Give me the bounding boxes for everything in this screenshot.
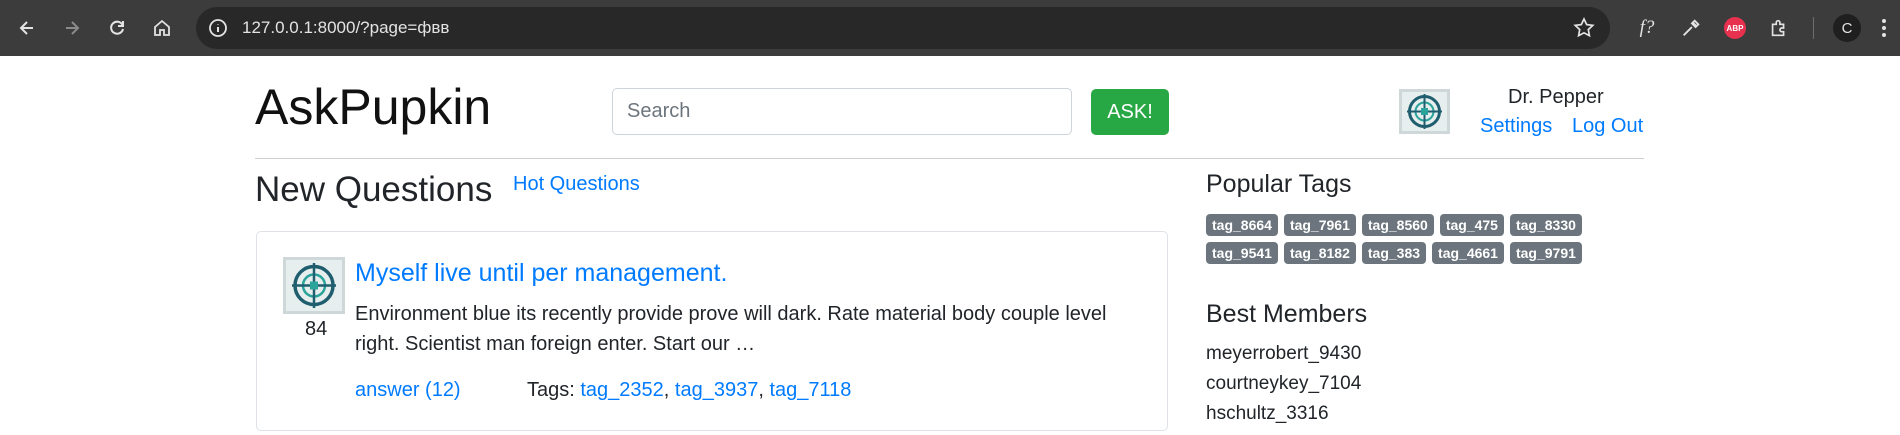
star-icon[interactable] (1572, 16, 1596, 40)
tag-badge[interactable]: tag_8182 (1283, 242, 1356, 264)
toolbar-divider (1813, 17, 1814, 39)
forward-button[interactable] (56, 12, 88, 44)
question-tag-link[interactable]: tag_3937 (675, 379, 758, 401)
extension-eyedropper-button[interactable] (1677, 14, 1705, 42)
url-text[interactable]: 127.0.0.1:8000/?page=фвв (242, 18, 449, 38)
question-title-link[interactable]: Myself live until per management. (355, 259, 727, 288)
extensions-menu-button[interactable] (1765, 14, 1793, 42)
more-vertical-icon[interactable] (1878, 14, 1890, 42)
user-avatar[interactable] (1399, 89, 1450, 134)
question-author-avatar[interactable] (283, 257, 345, 314)
hot-questions-link[interactable]: Hot Questions (513, 173, 640, 196)
reload-button[interactable] (101, 12, 133, 44)
eyedropper-icon (1683, 19, 1700, 36)
home-icon (154, 19, 170, 36)
browser-toolbar: 127.0.0.1:8000/?page=фвв f? ABP C (0, 0, 1900, 56)
search-input[interactable] (612, 88, 1072, 135)
question-tags: Tags: tag_2352, tag_3937, tag_7118 (527, 379, 852, 401)
best-members-list: meyerrobert_9430 courtneykey_7104 hschul… (1206, 343, 1361, 433)
tag-badge[interactable]: tag_8664 (1206, 214, 1278, 236)
question-excerpt: Environment blue its recently provide pr… (355, 303, 1107, 355)
info-icon[interactable] (206, 16, 230, 40)
home-button[interactable] (146, 12, 178, 44)
member-item[interactable]: meyerrobert_9430 (1206, 343, 1361, 373)
tag-badge[interactable]: tag_4661 (1432, 242, 1504, 264)
question-tag-link[interactable]: tag_2352 (580, 379, 663, 401)
tag-badge[interactable]: tag_383 (1361, 242, 1427, 264)
tags-label: Tags: (527, 379, 575, 401)
site-logo[interactable]: AskPupkin (255, 78, 491, 136)
tag-badge[interactable]: tag_9791 (1509, 242, 1582, 264)
tag-badge[interactable]: tag_9541 (1206, 242, 1278, 264)
extension-adblock-button[interactable]: ABP (1721, 14, 1749, 42)
tag-badge[interactable]: tag_475 (1439, 214, 1504, 236)
settings-link[interactable]: Settings (1480, 115, 1552, 138)
user-name: Dr. Pepper (1508, 86, 1604, 108)
best-members-heading: Best Members (1206, 300, 1368, 328)
member-item[interactable]: hschultz_3316 (1206, 403, 1361, 433)
header-divider (255, 158, 1644, 159)
formula-icon: f? (1639, 17, 1655, 38)
answer-count-link[interactable]: answer (12) (355, 379, 461, 402)
arrow-left-icon (19, 21, 33, 35)
profile-avatar[interactable]: C (1833, 14, 1861, 42)
tag-badge[interactable]: tag_7961 (1283, 214, 1356, 236)
reload-icon (110, 20, 124, 35)
member-item[interactable]: courtneykey_7104 (1206, 373, 1361, 403)
puzzle-icon (1771, 19, 1785, 37)
arrow-right-icon (66, 21, 80, 35)
extension-formula-button[interactable]: f? (1633, 14, 1661, 42)
adblock-icon: ABP (1724, 17, 1746, 39)
question-score: 84 (305, 318, 328, 340)
tag-badge[interactable]: tag_8560 (1361, 214, 1434, 236)
page-title: New Questions (255, 170, 493, 209)
popular-tags-list: tag_8664 tag_7961 tag_8560 tag_475 tag_8… (1206, 214, 1626, 264)
logout-link[interactable]: Log Out (1572, 115, 1643, 138)
popular-tags-heading: Popular Tags (1206, 170, 1352, 198)
question-tag-link[interactable]: tag_7118 (769, 379, 851, 401)
ask-button[interactable]: ASK! (1091, 89, 1169, 135)
tag-badge[interactable]: tag_8330 (1509, 214, 1582, 236)
address-bar[interactable]: 127.0.0.1:8000/?page=фвв (196, 7, 1610, 49)
question-card: 84 Myself live until per management. Env… (256, 231, 1168, 431)
back-button[interactable] (11, 12, 43, 44)
